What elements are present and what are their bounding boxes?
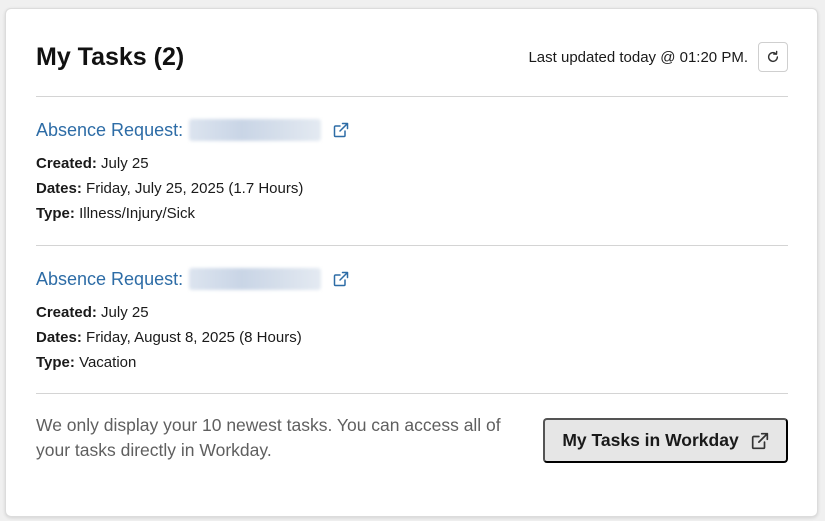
task-item: Absence Request: Created: July 25 Dates:… bbox=[36, 266, 788, 375]
last-updated-text: Last updated today @ 01:20 PM. bbox=[528, 48, 748, 66]
refresh-button[interactable] bbox=[758, 42, 788, 72]
type-row: Type: Illness/Injury/Sick bbox=[36, 205, 195, 222]
divider bbox=[36, 393, 788, 394]
external-link-icon[interactable] bbox=[333, 271, 349, 287]
external-link-icon bbox=[751, 432, 768, 449]
redacted-name bbox=[189, 268, 322, 290]
divider bbox=[36, 96, 788, 97]
my-tasks-in-workday-button[interactable]: My Tasks in Workday bbox=[543, 418, 788, 463]
button-label: My Tasks in Workday bbox=[562, 430, 739, 450]
my-tasks-card: My Tasks (2) Last updated today @ 01:20 … bbox=[5, 8, 818, 517]
card-header: My Tasks (2) Last updated today @ 01:20 … bbox=[36, 39, 788, 75]
dates-row: Dates: Friday, August 8, 2025 (8 Hours) bbox=[36, 329, 302, 346]
task-details: Created: July 25 Dates: Friday, August 8… bbox=[36, 300, 788, 375]
created-row: Created: July 25 bbox=[36, 304, 149, 321]
task-item: Absence Request: Created: July 25 Dates:… bbox=[36, 117, 788, 226]
page-title: My Tasks (2) bbox=[36, 42, 185, 71]
redacted-name bbox=[189, 119, 322, 141]
dates-row: Dates: Friday, July 25, 2025 (1.7 Hours) bbox=[36, 180, 304, 197]
task-link-label[interactable]: Absence Request: bbox=[36, 269, 183, 290]
divider bbox=[36, 245, 788, 246]
task-link[interactable]: Absence Request: bbox=[36, 117, 788, 143]
task-details: Created: July 25 Dates: Friday, July 25,… bbox=[36, 151, 788, 226]
task-link-label[interactable]: Absence Request: bbox=[36, 120, 183, 141]
header-right: Last updated today @ 01:20 PM. bbox=[528, 42, 788, 72]
created-row: Created: July 25 bbox=[36, 155, 149, 172]
type-row: Type: Vacation bbox=[36, 354, 137, 371]
footer-note: We only display your 10 newest tasks. Yo… bbox=[36, 415, 501, 460]
external-link-icon[interactable] bbox=[333, 122, 349, 138]
refresh-icon bbox=[767, 50, 779, 63]
task-link[interactable]: Absence Request: bbox=[36, 266, 788, 292]
